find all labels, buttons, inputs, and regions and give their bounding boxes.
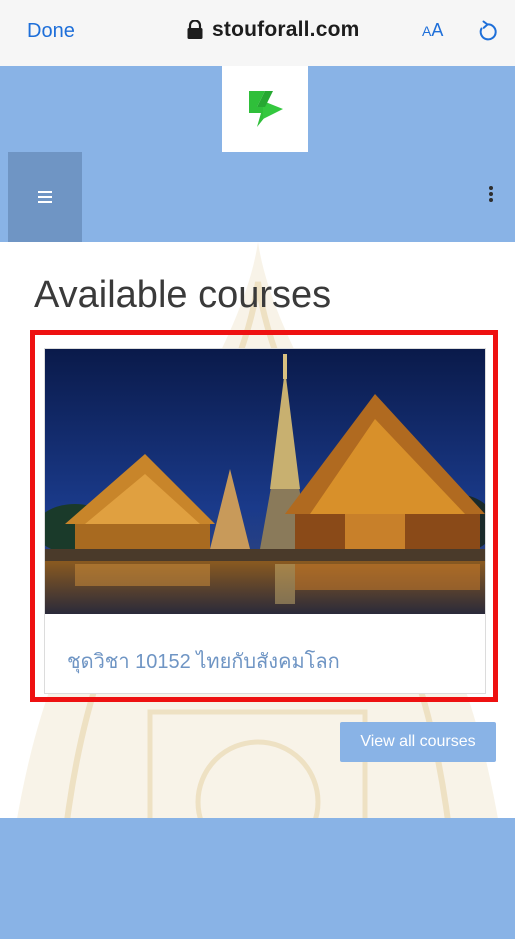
text-size-large-label: A <box>431 20 444 40</box>
nav-bar <box>8 152 515 242</box>
text-size-button[interactable]: AA <box>422 20 443 41</box>
page: Done stouforall.com AA Available courses… <box>0 0 515 939</box>
lock-icon <box>187 20 203 39</box>
site-header <box>0 66 515 242</box>
site-logo[interactable] <box>222 66 308 152</box>
kebab-menu-icon[interactable] <box>487 184 495 208</box>
view-all-courses-button[interactable]: View all courses <box>340 722 496 762</box>
reload-icon[interactable] <box>475 20 499 44</box>
address-bar[interactable]: stouforall.com <box>186 18 359 42</box>
text-size-small-label: A <box>422 23 432 39</box>
done-button[interactable]: Done <box>27 20 75 43</box>
browser-toolbar: Done stouforall.com AA <box>0 0 515 67</box>
url-text: stouforall.com <box>212 18 360 41</box>
site-footer <box>0 818 515 939</box>
logo-icon <box>249 91 283 127</box>
highlight-box <box>30 330 498 702</box>
hamburger-menu-icon[interactable] <box>8 152 82 242</box>
page-title: Available courses <box>34 274 332 316</box>
